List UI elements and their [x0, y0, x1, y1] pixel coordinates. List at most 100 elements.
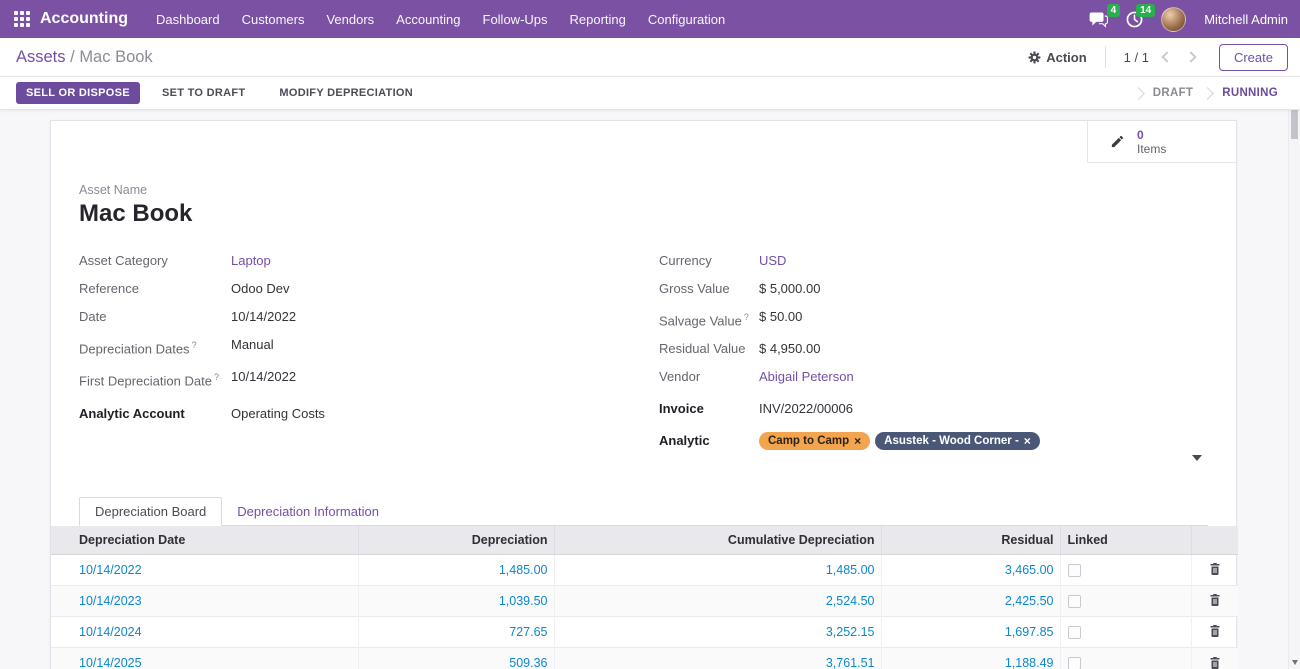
- linked-checkbox[interactable]: [1068, 564, 1081, 577]
- apps-grid-icon[interactable]: [14, 11, 30, 27]
- vertical-scrollbar[interactable]: [1288, 77, 1300, 669]
- analytic-tag[interactable]: Asustek - Wood Corner -×: [875, 432, 1040, 450]
- messages-count-badge: 4: [1107, 4, 1121, 17]
- action-label: Action: [1046, 50, 1086, 65]
- cell-depreciation: 727.65: [358, 616, 554, 647]
- reference-value: Odoo Dev: [231, 280, 290, 298]
- menu-accounting[interactable]: Accounting: [396, 12, 460, 27]
- cell-residual: 3,465.00: [881, 554, 1060, 585]
- first-depreciation-date-value: 10/14/2022: [231, 368, 296, 390]
- menu-follow-ups[interactable]: Follow-Ups: [483, 12, 548, 27]
- action-menu-button[interactable]: Action: [1028, 50, 1086, 65]
- cell-cumulative: 3,761.51: [554, 647, 881, 669]
- statusbar-arrow-icon: [1132, 87, 1145, 100]
- pager-count: 1 / 1: [1124, 50, 1149, 65]
- menu-configuration[interactable]: Configuration: [648, 12, 725, 27]
- status-draft[interactable]: DRAFT: [1153, 87, 1193, 99]
- delete-row-button[interactable]: [1207, 654, 1223, 669]
- delete-row-button[interactable]: [1207, 622, 1223, 640]
- pager-previous-icon[interactable]: [1161, 51, 1172, 62]
- left-field-group: Asset Category Laptop Reference Odoo Dev…: [79, 252, 659, 460]
- create-button[interactable]: Create: [1219, 44, 1288, 71]
- tab-depreciation-information[interactable]: Depreciation Information: [222, 498, 394, 525]
- tag-label: Camp to Camp: [768, 434, 849, 448]
- field-currency: Currency USD: [659, 252, 1208, 270]
- asset-category-label: Asset Category: [79, 252, 231, 270]
- sell-or-dispose-button[interactable]: SELL OR DISPOSE: [16, 82, 140, 104]
- pager-next-icon[interactable]: [1185, 51, 1196, 62]
- menu-customers[interactable]: Customers: [242, 12, 305, 27]
- field-vendor: Vendor Abigail Peterson: [659, 368, 1208, 386]
- menu-reporting[interactable]: Reporting: [570, 12, 626, 27]
- app-title[interactable]: Accounting: [40, 10, 128, 28]
- linked-checkbox[interactable]: [1068, 626, 1081, 639]
- asset-category-value[interactable]: Laptop: [231, 252, 271, 270]
- help-icon: ?: [192, 340, 197, 350]
- reference-label: Reference: [79, 280, 231, 298]
- field-analytic-account: Analytic Account Operating Costs: [79, 405, 659, 423]
- breadcrumb-assets-link[interactable]: Assets: [16, 48, 66, 66]
- currency-label: Currency: [659, 252, 759, 270]
- tab-depreciation-board[interactable]: Depreciation Board: [79, 497, 222, 526]
- tag-remove-icon[interactable]: ×: [854, 434, 861, 448]
- cell-date: 10/14/2022: [51, 554, 358, 585]
- field-first-depreciation-date: First Depreciation Date? 10/14/2022: [79, 368, 659, 390]
- currency-value[interactable]: USD: [759, 252, 786, 270]
- col-cumulative-depreciation[interactable]: Cumulative Depreciation: [554, 526, 881, 554]
- col-linked[interactable]: Linked: [1060, 526, 1191, 554]
- col-residual[interactable]: Residual: [881, 526, 1060, 554]
- trash-icon: [1209, 562, 1221, 576]
- menu-dashboard[interactable]: Dashboard: [156, 12, 220, 27]
- delete-row-button[interactable]: [1207, 560, 1223, 578]
- activities-clock-icon[interactable]: 14: [1126, 11, 1143, 28]
- field-asset-category: Asset Category Laptop: [79, 252, 659, 270]
- table-row[interactable]: 10/14/2023 1,039.50 2,524.50 2,425.50: [51, 585, 1238, 616]
- col-depreciation-date[interactable]: Depreciation Date: [51, 526, 358, 554]
- field-reference: Reference Odoo Dev: [79, 280, 659, 298]
- depreciation-dates-value: Manual: [231, 336, 274, 358]
- first-depreciation-date-label: First Depreciation Date?: [79, 368, 231, 390]
- linked-checkbox[interactable]: [1068, 657, 1081, 669]
- table-row[interactable]: 10/14/2024 727.65 3,252.15 1,697.85: [51, 616, 1238, 647]
- table-row[interactable]: 10/14/2022 1,485.00 1,485.00 3,465.00: [51, 554, 1238, 585]
- breadcrumb-current: Mac Book: [79, 48, 152, 66]
- modify-depreciation-button[interactable]: MODIFY DEPRECIATION: [267, 82, 425, 104]
- user-avatar[interactable]: [1161, 7, 1186, 32]
- field-invoice: Invoice INV/2022/00006: [659, 400, 1208, 418]
- topbar-right: 4 14 Mitchell Admin: [1089, 7, 1288, 32]
- field-date: Date 10/14/2022: [79, 308, 659, 326]
- menu-vendors[interactable]: Vendors: [326, 12, 374, 27]
- gear-icon: [1028, 51, 1041, 64]
- messages-icon[interactable]: 4: [1089, 11, 1108, 28]
- col-depreciation[interactable]: Depreciation: [358, 526, 554, 554]
- linked-checkbox[interactable]: [1068, 595, 1081, 608]
- cell-cumulative: 3,252.15: [554, 616, 881, 647]
- asset-name-value: Mac Book: [79, 200, 1208, 228]
- cell-depreciation: 509.36: [358, 647, 554, 669]
- delete-row-button[interactable]: [1207, 591, 1223, 609]
- asset-form-sheet: 0 Items Asset Name Mac Book Asset Catego…: [50, 120, 1237, 669]
- scroll-down-icon[interactable]: [1292, 660, 1298, 665]
- control-panel-right: Action 1 / 1 Create: [1028, 44, 1288, 71]
- form-statusbar-row: SELL OR DISPOSE SET TO DRAFT MODIFY DEPR…: [0, 77, 1300, 110]
- vendor-value[interactable]: Abigail Peterson: [759, 368, 854, 386]
- set-to-draft-button[interactable]: SET TO DRAFT: [150, 82, 257, 104]
- notebook-tabs: Depreciation Board Depreciation Informat…: [79, 496, 1208, 526]
- user-name[interactable]: Mitchell Admin: [1204, 12, 1288, 27]
- cell-date: 10/14/2025: [51, 647, 358, 669]
- residual-value-value: $ 4,950.00: [759, 340, 820, 358]
- cell-residual: 1,697.85: [881, 616, 1060, 647]
- cell-depreciation: 1,039.50: [358, 585, 554, 616]
- tag-remove-icon[interactable]: ×: [1024, 434, 1031, 448]
- salvage-value-value: $ 50.00: [759, 308, 802, 330]
- table-row[interactable]: 10/14/2025 509.36 3,761.51 1,188.49: [51, 647, 1238, 669]
- field-grid: Asset Category Laptop Reference Odoo Dev…: [79, 252, 1208, 460]
- cell-cumulative: 2,524.50: [554, 585, 881, 616]
- status-running[interactable]: RUNNING: [1222, 87, 1278, 99]
- trash-icon: [1209, 656, 1221, 669]
- salvage-value-label: Salvage Value?: [659, 308, 759, 330]
- depreciation-dates-label: Depreciation Dates?: [79, 336, 231, 358]
- dropdown-caret-icon[interactable]: [1192, 455, 1202, 461]
- top-navbar: Accounting Dashboard Customers Vendors A…: [0, 0, 1300, 38]
- analytic-tag[interactable]: Camp to Camp ×: [759, 432, 870, 450]
